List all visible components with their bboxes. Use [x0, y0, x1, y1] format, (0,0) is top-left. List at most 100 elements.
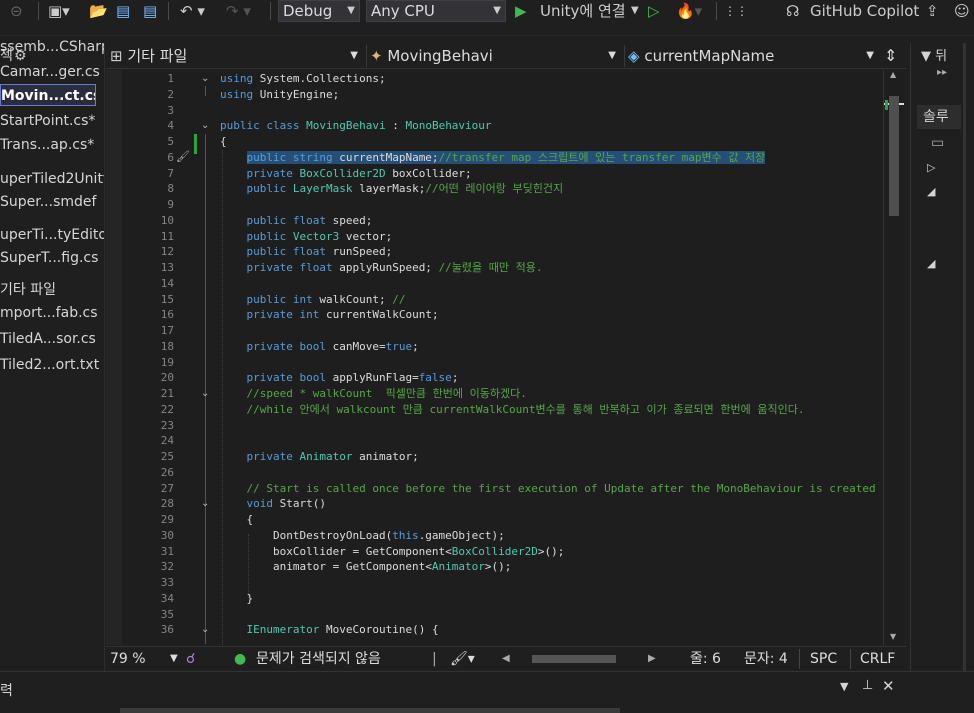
fold-chevron-icon[interactable]: ⌄	[201, 386, 209, 402]
code-line[interactable]: public float speed;	[220, 213, 373, 229]
solution-item[interactable]: Movin...ct.cs	[0, 84, 96, 106]
code-line[interactable]: private bool canMove=true;	[220, 339, 419, 355]
issues-status[interactable]: 문제가 검색되지 않음	[256, 647, 381, 671]
code-line[interactable]: using UnityEngine;	[220, 87, 339, 103]
fold-chevron-icon[interactable]: ⌄	[201, 496, 209, 512]
code-line[interactable]: public Vector3 vector;	[220, 229, 393, 245]
solution-tab[interactable]: 솔루	[917, 105, 961, 129]
code-token: :	[385, 119, 406, 133]
code-line[interactable]: DontDestroyOnLoad(this.gameObject);	[220, 528, 505, 544]
scroll-thumb[interactable]	[889, 96, 899, 216]
solution-item[interactable]: 기타 파일	[0, 279, 104, 301]
code-line[interactable]: public float runSpeed;	[220, 244, 393, 260]
code-token: void	[246, 497, 280, 511]
code-line[interactable]: //speed * walkCount 픽셀만큼 한번에 이동하겠다.	[220, 386, 527, 402]
code-line[interactable]: public string currentMapName;//transfer …	[220, 150, 766, 166]
configuration-dropdown[interactable]: Debug ▼	[278, 0, 360, 22]
horizontal-scroll-thumb[interactable]	[532, 655, 616, 663]
platform-dropdown[interactable]: Any CPU ▼	[366, 0, 506, 22]
line-number: 6	[167, 150, 174, 164]
copilot-button[interactable]: GitHub Copilot	[810, 0, 919, 22]
solution-item[interactable]: mport...fab.cs	[0, 302, 104, 324]
project-dropdown[interactable]: ⊞ 기타 파일 ▼	[110, 45, 364, 67]
solution-item[interactable]: ssemb...CSharp	[0, 36, 104, 58]
pin-icon[interactable]: ⊥	[862, 678, 873, 693]
code-line[interactable]: animator = GetComponent<Animator>();	[220, 559, 511, 575]
code-line[interactable]: using System.Collections;	[220, 71, 386, 87]
code-line[interactable]: IEnumerator MoveCoroutine() {	[220, 622, 439, 638]
zoom-level[interactable]: 79 %	[110, 647, 146, 671]
undo-icon[interactable]: ↶ ▾	[180, 0, 205, 22]
scroll-left-icon[interactable]: ◀	[502, 647, 510, 671]
start-without-debug-icon[interactable]: ▷	[648, 0, 660, 22]
solution-item[interactable]: Super...smdef	[0, 191, 104, 213]
code-editor[interactable]: 🖌 1 ⌄ using System.Collections; 2 using Unit…	[106, 70, 906, 645]
account-icon[interactable]: ☺	[954, 0, 970, 22]
fold-chevron-icon[interactable]: ⌄	[201, 71, 209, 87]
scroll-down-icon[interactable]: ▼	[890, 632, 896, 641]
collapse-arrow-icon[interactable]: ◢	[927, 257, 935, 270]
zoom-dropdown-icon[interactable]: ▼	[170, 647, 178, 671]
code-line[interactable]: boxCollider = GetComponent<BoxCollider2D…	[220, 544, 564, 560]
solution-item[interactable]: uperTiled2Unity	[0, 168, 104, 190]
open-folder-icon[interactable]: 📂	[89, 0, 108, 22]
solution-item[interactable]: Trans...ap.cs*	[0, 134, 104, 156]
run-dropdown-icon[interactable]: ▼	[631, 0, 639, 22]
line-indicator[interactable]: 줄: 6	[690, 647, 721, 671]
code-line[interactable]: //while 안에서 walkcount 만큼 currentWalkCoun…	[220, 402, 805, 418]
solution-item[interactable]: Camar...ger.cs	[0, 61, 104, 83]
save-icon[interactable]: ▤	[116, 0, 130, 22]
code-line[interactable]: private int currentWalkCount;	[220, 307, 439, 323]
panel-more-icon[interactable]: ▸▸	[937, 67, 947, 78]
redo-icon[interactable]: ↷ ▾	[226, 0, 251, 22]
class-dropdown[interactable]: ✦ MovingBehavi ▼	[370, 45, 622, 67]
code-line[interactable]: private bool applyRunFlag=false;	[220, 370, 459, 386]
code-line[interactable]: }	[220, 591, 253, 607]
save-all-icon[interactable]: ▤	[143, 0, 157, 22]
code-line[interactable]: void Start()	[220, 496, 326, 512]
play-icon[interactable]: ▶	[515, 0, 527, 22]
code-line[interactable]: private Animator animator;	[220, 449, 419, 465]
panel-options-icon[interactable]: ▼	[840, 680, 848, 693]
collapse-arrow-icon[interactable]: ◢	[927, 185, 935, 198]
whitespace-indicator[interactable]: SPC	[810, 647, 837, 671]
solution-item[interactable]: uperTi...tyEditor	[0, 224, 104, 246]
step-icons[interactable]: ⋮⋮	[724, 0, 748, 22]
code-line[interactable]: public LayerMask layerMask;//어떤 레이어랑 부딪힌…	[220, 181, 564, 197]
panel-dropdown-icon[interactable]: ▼ 뒤	[921, 45, 947, 64]
code-line[interactable]: {	[220, 512, 253, 528]
run-button[interactable]: Unity에 연결	[540, 0, 626, 22]
quick-action-icon[interactable]: 🖌	[176, 150, 190, 163]
close-icon[interactable]: ✕	[882, 677, 895, 695]
vertical-scrollbar[interactable]: ▲ ▼	[883, 70, 904, 645]
new-project-icon[interactable]: ▣▾	[48, 0, 70, 22]
solution-item[interactable]: SuperT...fig.cs	[0, 247, 104, 269]
column-indicator[interactable]: 문자: 4	[744, 647, 788, 671]
csharp-file-icon: ⊞	[110, 47, 123, 65]
fold-chevron-icon[interactable]: ⌄	[201, 622, 209, 638]
scroll-up-icon[interactable]: ▲	[890, 70, 896, 79]
solution-item[interactable]: TiledA...sor.cs	[0, 328, 104, 350]
code-token: private int	[246, 308, 326, 322]
share-icon[interactable]: ⇪	[926, 0, 939, 22]
code-line[interactable]: {	[220, 134, 227, 150]
code-line[interactable]: // Start is called once before the first…	[220, 481, 876, 497]
code-line[interactable]: public class MovingBehavi : MonoBehaviou…	[220, 118, 492, 134]
solution-item[interactable]: Tiled2...ort.txt	[0, 354, 104, 376]
line-ending-indicator[interactable]: CRLF	[860, 647, 895, 671]
solution-icon[interactable]: ▭	[931, 135, 944, 151]
navigate-forward-icon[interactable]: ⊝	[10, 0, 23, 22]
code-line[interactable]: private BoxCollider2D boxCollider;	[220, 166, 472, 182]
member-dropdown[interactable]: ◈ currentMapName ▼	[628, 45, 880, 67]
intellicode-icon[interactable]: ☌	[186, 647, 195, 671]
expand-arrow-icon[interactable]: ▷	[927, 161, 935, 174]
fold-chevron-icon[interactable]: ⌄	[201, 118, 209, 134]
split-editor-icon[interactable]: ⇕	[884, 45, 904, 67]
solution-item[interactable]: StartPoint.cs*	[0, 110, 104, 132]
code-line[interactable]: private float applyRunSpeed; //눌렸을 때만 적용…	[220, 260, 543, 276]
scroll-right-icon[interactable]: ▶	[648, 647, 656, 671]
hot-reload-icon[interactable]: 🔥▾	[676, 0, 702, 22]
code-line[interactable]: public int walkCount; //	[220, 292, 406, 308]
cleanup-icon[interactable]: 🖌▾	[450, 647, 475, 671]
